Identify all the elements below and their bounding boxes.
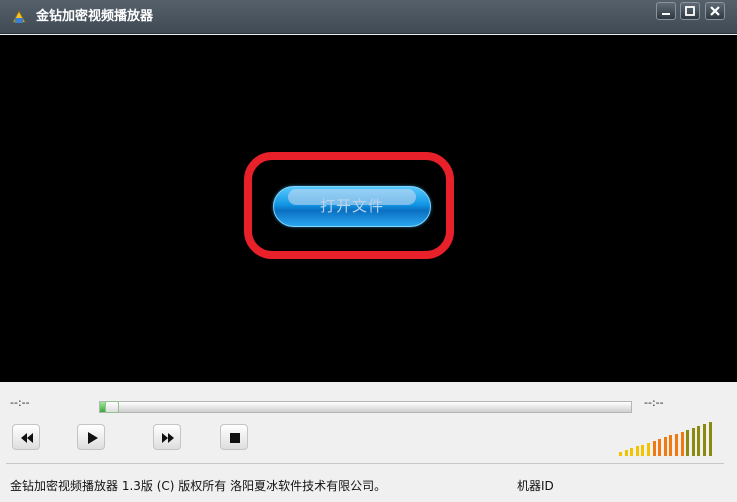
app-icon	[10, 8, 28, 26]
volume-bar	[647, 442, 650, 456]
minimize-icon	[662, 13, 670, 15]
open-file-label: 打开文件	[319, 197, 384, 215]
open-file-button[interactable]: 打开文件	[273, 186, 431, 227]
close-button[interactable]	[705, 2, 725, 20]
divider	[6, 463, 724, 464]
copyright-text: 金钻加密视频播放器 1.3版 (C) 版权所有 洛阳夏冰软件技术有限公司。	[10, 479, 387, 493]
elapsed-time: --:--	[10, 396, 30, 409]
volume-meter[interactable]	[617, 420, 717, 456]
volume-bar	[686, 429, 690, 456]
video-area[interactable]: 打开文件	[0, 35, 737, 382]
progress-handle[interactable]	[105, 401, 119, 413]
volume-bar	[697, 426, 701, 456]
title-bar: 金钻加密视频播放器	[0, 0, 737, 34]
volume-bar	[669, 435, 673, 456]
progress-slider[interactable]	[99, 401, 632, 413]
rewind-icon	[21, 433, 33, 443]
volume-bar	[675, 433, 678, 456]
volume-bar	[641, 444, 645, 456]
volume-bar	[630, 448, 634, 456]
window-title: 金钻加密视频播放器	[36, 9, 154, 24]
fast-forward-icon	[162, 433, 174, 443]
stop-button[interactable]	[220, 424, 248, 450]
rewind-button[interactable]	[12, 424, 40, 450]
fast-forward-button[interactable]	[153, 424, 181, 450]
total-time: --:--	[644, 396, 664, 409]
volume-bar	[635, 446, 639, 456]
close-icon	[710, 6, 720, 16]
machine-id-label: 机器ID	[517, 479, 554, 493]
volume-bar	[624, 450, 628, 456]
volume-bar	[652, 440, 656, 456]
controls-panel: --:-- --:-- 金钻加密视频播放器 1.3版 (C) 版权所有 洛阳夏冰…	[0, 382, 737, 502]
volume-bar	[708, 422, 712, 456]
volume-bar	[658, 439, 662, 456]
minimize-button[interactable]	[656, 2, 676, 20]
volume-bar	[691, 427, 695, 456]
volume-bar	[619, 452, 622, 456]
maximize-icon	[685, 6, 695, 16]
volume-bar	[703, 424, 706, 456]
maximize-button[interactable]	[680, 2, 700, 20]
stop-icon	[230, 433, 240, 443]
play-button[interactable]	[77, 424, 105, 450]
play-icon	[88, 432, 98, 444]
volume-bar	[680, 431, 684, 456]
volume-bar	[663, 437, 667, 456]
